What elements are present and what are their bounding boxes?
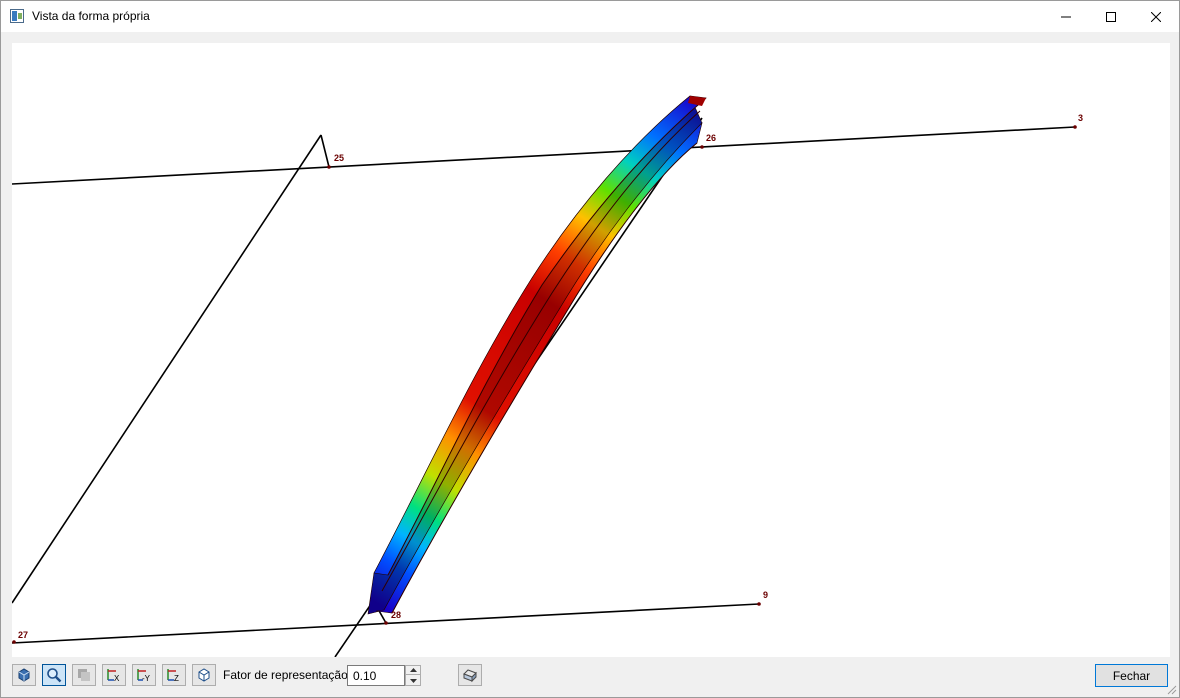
node-point-9	[757, 602, 761, 606]
model-drawing: 25 26 3 9 28 27	[12, 95, 1083, 657]
view-x-button[interactable]: X	[102, 664, 126, 686]
representation-factor-input[interactable]	[347, 665, 405, 686]
node-label-9: 9	[763, 590, 768, 600]
axis-z-icon: Z	[167, 669, 179, 683]
maximize-icon	[1106, 11, 1116, 22]
node-label-25: 25	[334, 153, 344, 163]
maximize-button[interactable]	[1088, 1, 1134, 32]
isometric-view-button[interactable]	[192, 664, 216, 686]
title-bar: Vista da forma própria	[1, 1, 1179, 32]
render-icon	[78, 669, 90, 681]
print-button[interactable]	[458, 664, 482, 686]
beam-edge-bottom	[391, 142, 698, 614]
render-button[interactable]	[72, 664, 96, 686]
close-button[interactable]: Fechar	[1095, 664, 1168, 687]
nodes	[12, 125, 1077, 644]
member-line-node25-link	[320, 134, 330, 168]
node-label-26: 26	[706, 133, 716, 143]
axis-x-label: X	[114, 674, 120, 683]
graphics-viewport[interactable]: 25 26 3 9 28 27	[12, 43, 1170, 657]
window-close-button[interactable]	[1133, 1, 1179, 32]
node-point-28	[384, 621, 388, 625]
minimize-button[interactable]	[1043, 1, 1089, 32]
member-line-upper	[12, 126, 1076, 185]
axis-z-label: Z	[174, 674, 179, 683]
minimize-icon	[1061, 16, 1071, 17]
mode-shape-beam	[367, 95, 707, 615]
node-label-27: 27	[18, 630, 28, 640]
member-line-left-diagonal	[12, 134, 322, 604]
app-icon	[10, 9, 24, 23]
zoom-button[interactable]	[42, 664, 66, 686]
representation-factor-spinner[interactable]	[405, 665, 421, 686]
view-z-button[interactable]: Z	[162, 664, 186, 686]
node-label-3: 3	[1078, 113, 1083, 123]
view-button[interactable]	[12, 664, 36, 686]
spinner-up-button[interactable]	[406, 666, 420, 675]
print-icon	[463, 669, 477, 683]
member-lines	[12, 117, 1076, 657]
node-label-28: 28	[391, 610, 401, 620]
node-point-27	[12, 640, 16, 644]
resize-grip-icon[interactable]	[1165, 683, 1177, 695]
node-point-25	[327, 165, 331, 169]
node-point-3	[1073, 125, 1077, 129]
axis-x-icon: X	[107, 669, 120, 683]
node-point-26	[700, 145, 704, 149]
axis-y-label: -Y	[142, 674, 151, 683]
close-icon	[1151, 11, 1161, 22]
view-minus-y-button[interactable]: -Y	[132, 664, 156, 686]
axis-y-icon: -Y	[137, 669, 151, 683]
representation-factor-label: Fator de representação:	[223, 668, 352, 682]
eigenmode-window: Vista da forma própria 25 26 3 9 28 27 X…	[0, 0, 1180, 698]
isometric-icon	[198, 668, 210, 682]
zoom-icon	[47, 668, 62, 683]
beam-bottom-flange	[375, 122, 703, 614]
bottom-toolbar: X -Y Z Fator de representação: 0.10 Fech…	[1, 661, 1179, 691]
chevron-down-icon	[409, 678, 417, 683]
window-title: Vista da forma própria	[32, 9, 150, 23]
chevron-up-icon	[409, 668, 417, 672]
view-icon	[18, 668, 30, 682]
spinner-down-button[interactable]	[406, 676, 420, 685]
